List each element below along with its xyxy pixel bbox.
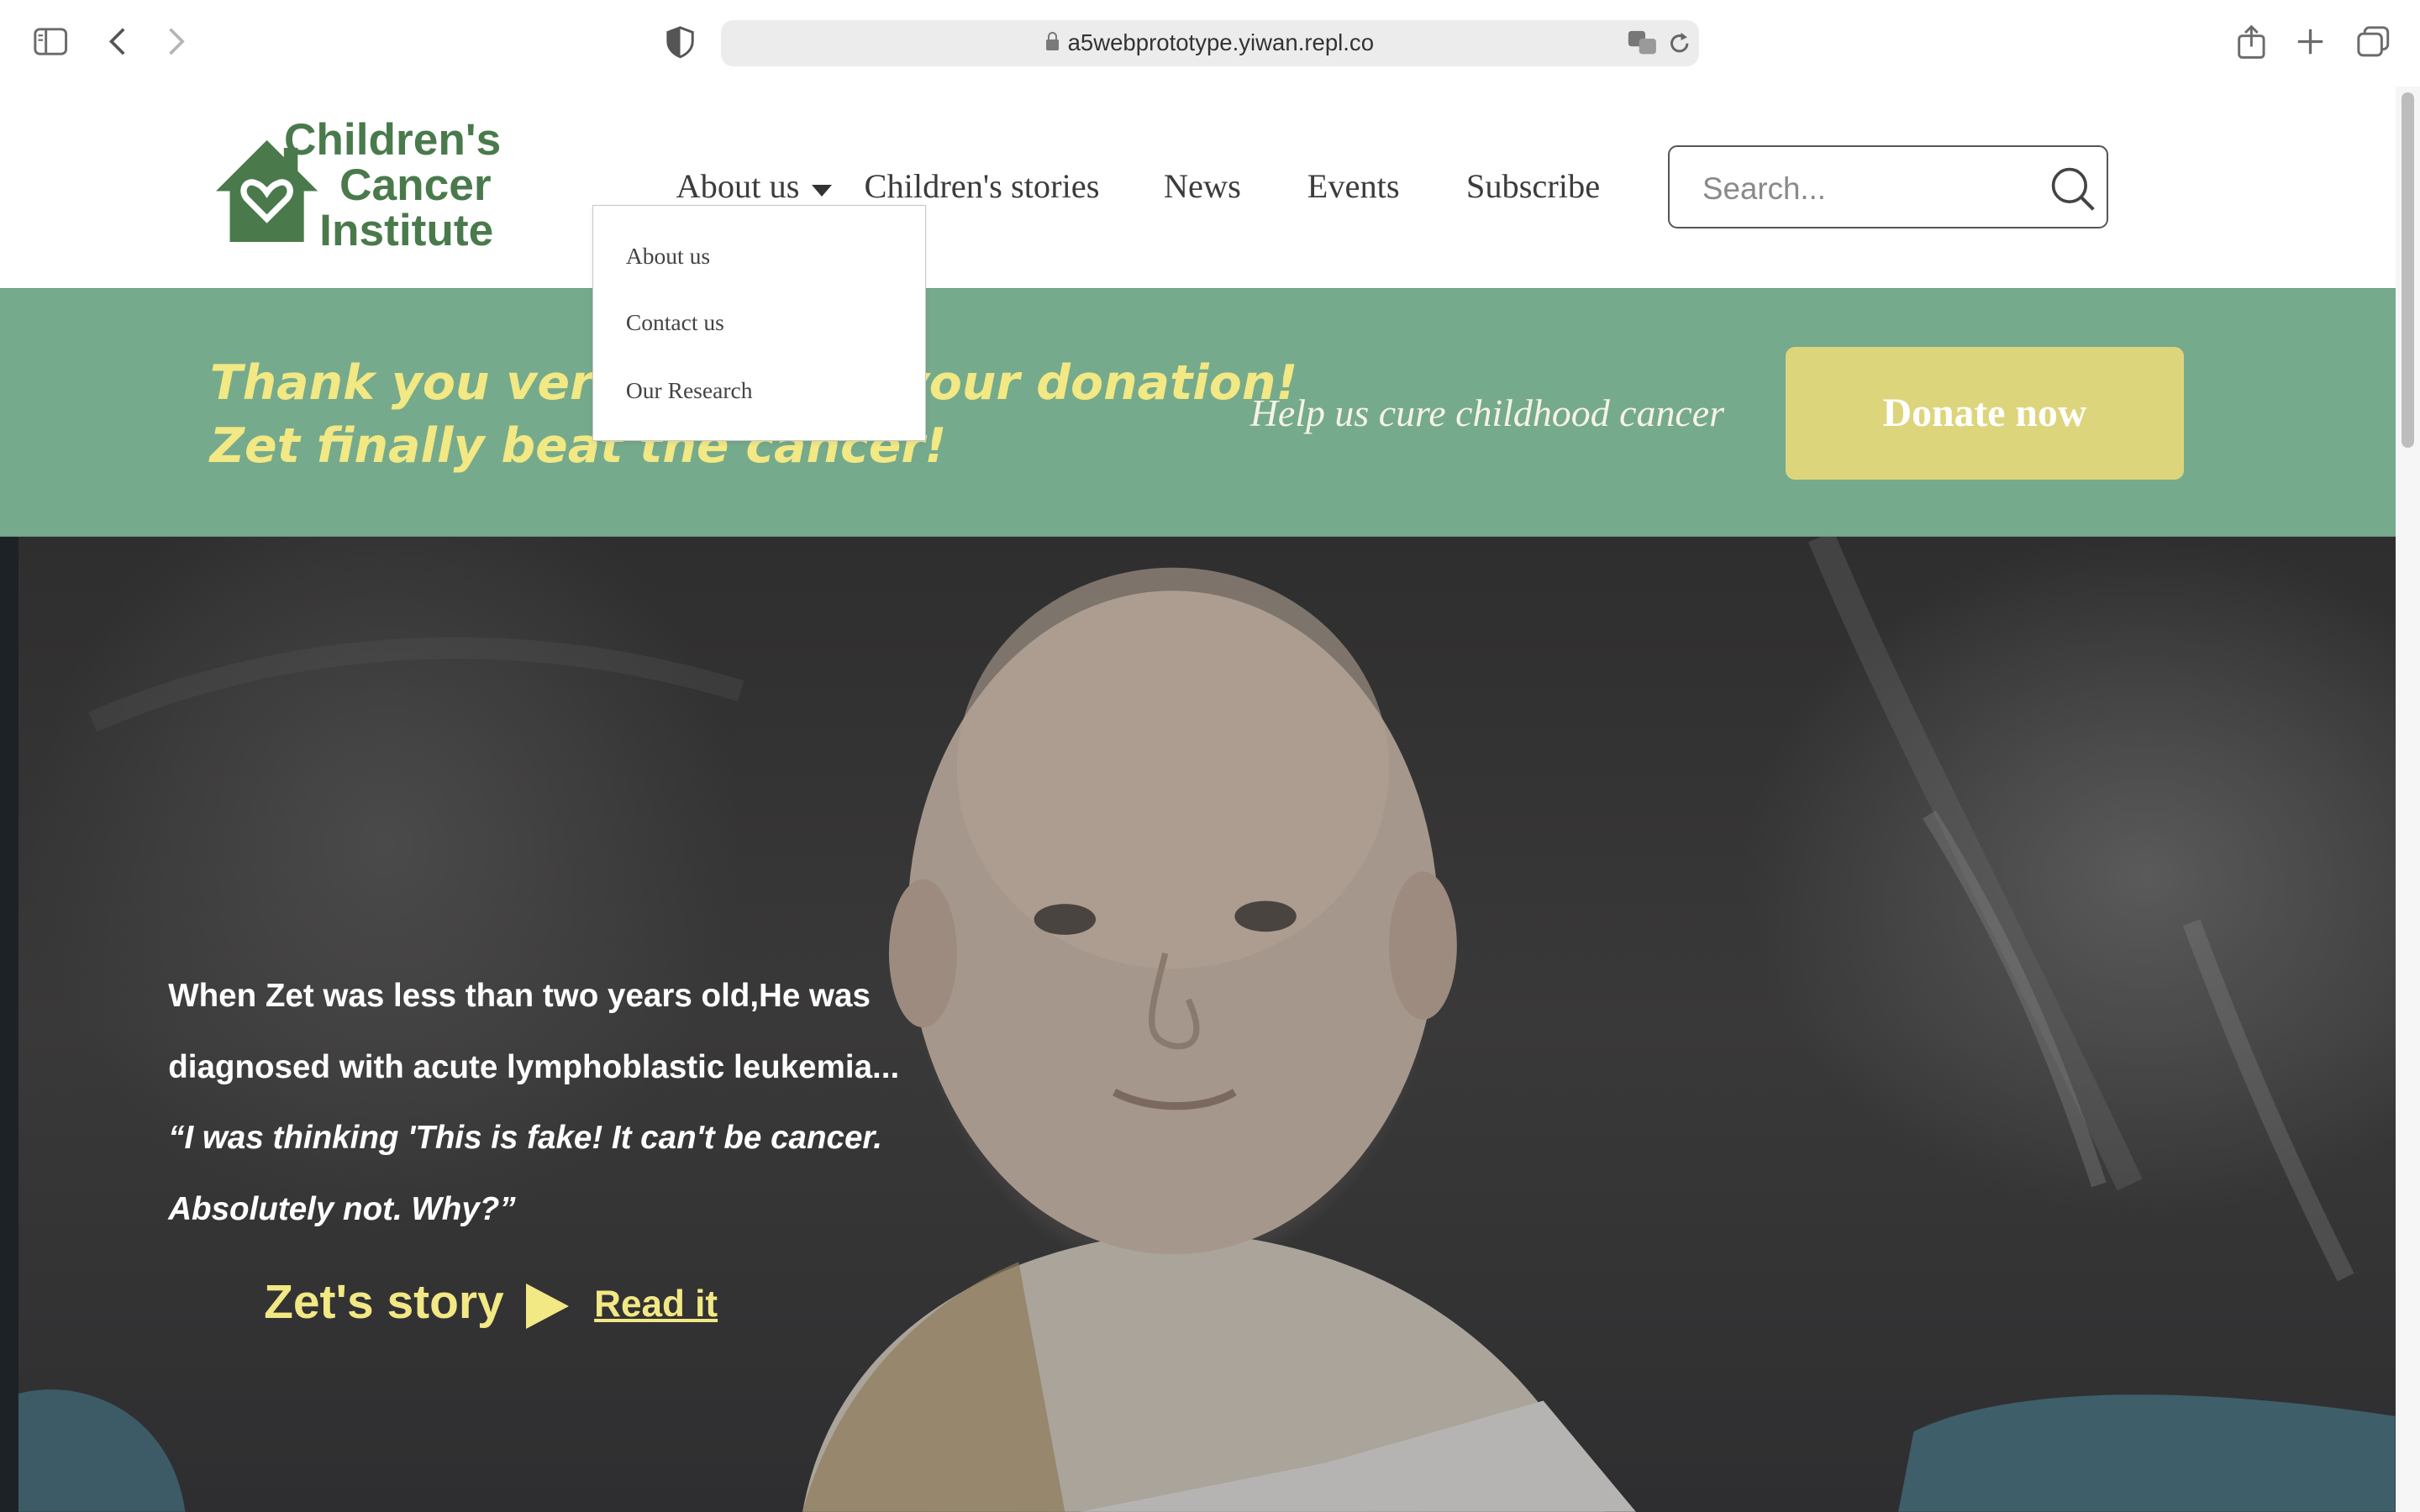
play-icon[interactable] (526, 1284, 569, 1330)
dropdown-item-about-us[interactable]: About us (626, 243, 710, 270)
logo-wordmark[interactable]: Children's Cancer Institute (283, 114, 546, 255)
logo-line: Children's (283, 114, 502, 165)
nav-about-us[interactable]: About us (676, 166, 833, 206)
search-input[interactable]: Search... (1668, 144, 2108, 228)
nav-label: About us (676, 167, 800, 206)
dropdown-item-our-research[interactable]: Our Research (626, 377, 753, 404)
tab-overview-icon[interactable] (2357, 26, 2391, 59)
new-tab-icon[interactable] (2296, 28, 2324, 55)
help-cure-text: Help us cure childhood cancer (1249, 391, 1725, 434)
story-line: When Zet was less than two years old,He … (168, 978, 871, 1015)
browser-toolbar: a5webprototype.yiwan.repl.co (0, 0, 2420, 87)
back-icon[interactable] (107, 26, 129, 57)
read-it-link[interactable]: Read it (594, 1284, 718, 1326)
hero-left-edge (0, 537, 19, 1512)
logo-line: Institute (319, 205, 494, 255)
quote-line: “I was thinking 'This is fake! It can't … (168, 1120, 883, 1157)
scrollbar-thumb[interactable] (2401, 92, 2414, 448)
donate-now-button[interactable]: Donate now (1786, 347, 2184, 480)
share-icon[interactable] (2236, 24, 2267, 60)
forward-icon[interactable] (166, 26, 187, 57)
story-text: When Zet was less than two years old,He … (168, 961, 899, 1245)
about-us-dropdown: About us Contact us Our Research (592, 205, 926, 442)
privacy-shield-icon[interactable] (666, 26, 695, 59)
nav-news[interactable]: News (1164, 166, 1241, 206)
reload-icon[interactable] (1667, 31, 1691, 55)
story-line: diagnosed with acute lymphoblastic leuke… (168, 1048, 900, 1085)
nav-events[interactable]: Events (1307, 166, 1400, 206)
quote-line: Absolutely not. Why?” (168, 1190, 516, 1227)
caret-down-icon (812, 184, 833, 197)
search-icon[interactable] (2049, 165, 2096, 212)
story-title: Zet's story (264, 1275, 504, 1330)
lock-icon (1045, 31, 1059, 50)
dropdown-item-contact-us[interactable]: Contact us (626, 309, 724, 336)
nav-childrens-stories[interactable]: Children's stories (865, 166, 1100, 206)
address-bar[interactable]: a5webprototype.yiwan.repl.co (720, 19, 1700, 66)
sidebar-toggle-icon[interactable] (34, 28, 68, 55)
logo-line: Cancer (339, 160, 492, 210)
url-text: a5webprototype.yiwan.repl.co (1067, 29, 1375, 55)
translate-icon[interactable] (1627, 29, 1658, 55)
nav-subscribe[interactable]: Subscribe (1466, 166, 1600, 206)
search-placeholder: Search... (1702, 171, 1826, 207)
